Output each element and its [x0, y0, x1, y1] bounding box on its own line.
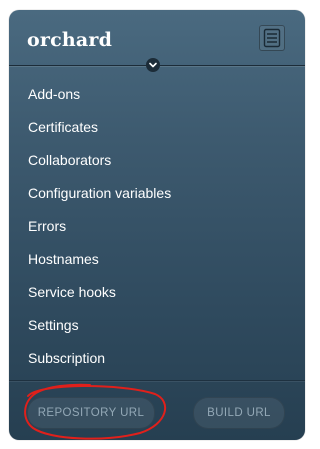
app-menu-panel: orchard Add-ons Certificates Collaborato…: [9, 10, 305, 440]
nav-item-add-ons[interactable]: Add-ons: [9, 78, 305, 111]
footer-divider: [9, 380, 305, 381]
nav-item-certificates[interactable]: Certificates: [9, 111, 305, 144]
app-name[interactable]: orchard: [27, 29, 112, 51]
nav-item-subscription[interactable]: Subscription: [9, 342, 305, 375]
nav-item-collaborators[interactable]: Collaborators: [9, 144, 305, 177]
nav-item-settings[interactable]: Settings: [9, 309, 305, 342]
repository-url-button[interactable]: REPOSITORY URL: [27, 397, 155, 429]
nav-item-errors[interactable]: Errors: [9, 210, 305, 243]
nav-item-configuration-variables[interactable]: Configuration variables: [9, 177, 305, 210]
nav-menu: Add-ons Certificates Collaborators Confi…: [9, 78, 305, 375]
build-url-button[interactable]: BUILD URL: [193, 397, 285, 429]
nav-item-hostnames[interactable]: Hostnames: [9, 243, 305, 276]
hamburger-list-icon[interactable]: [259, 25, 285, 51]
chevron-down-icon[interactable]: [146, 58, 160, 72]
nav-item-service-hooks[interactable]: Service hooks: [9, 276, 305, 309]
